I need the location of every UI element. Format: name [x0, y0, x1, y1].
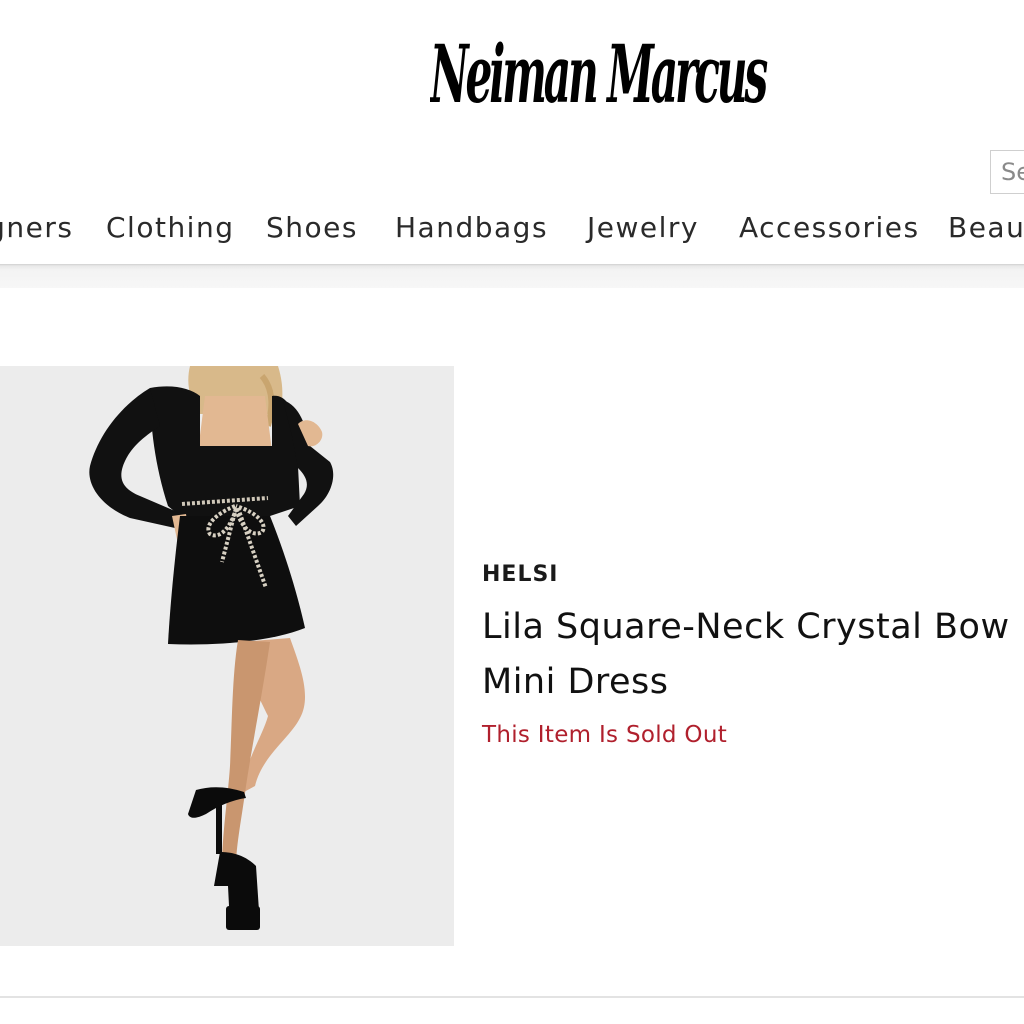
- site-header: Neiman Marcus Designers Clothing Shoes H…: [0, 0, 1024, 266]
- product-brand[interactable]: HELSI: [482, 562, 559, 587]
- dress-model-illustration: [0, 366, 454, 946]
- nav-item-designers[interactable]: Designers: [0, 208, 74, 248]
- nav-item-shoes[interactable]: Shoes: [266, 208, 358, 248]
- product-image[interactable]: [0, 366, 454, 946]
- nav-item-handbags[interactable]: Handbags: [395, 208, 548, 248]
- search-input[interactable]: [990, 150, 1024, 194]
- nav-item-accessories[interactable]: Accessories: [739, 208, 920, 248]
- neiman-marcus-logo[interactable]: Neiman Marcus: [430, 2, 770, 132]
- product-title: Lila Square-Neck Crystal Bow Mini Dress: [482, 607, 1010, 702]
- nav-divider: [0, 264, 1024, 288]
- page: Neiman Marcus Designers Clothing Shoes H…: [0, 0, 1024, 1024]
- main-nav: Designers Clothing Shoes Handbags Jewelr…: [0, 200, 1024, 256]
- nav-item-clothing[interactable]: Clothing: [106, 208, 234, 248]
- section-divider: [0, 996, 1024, 998]
- nav-item-beauty[interactable]: Beauty: [948, 208, 1024, 248]
- nav-item-jewelry[interactable]: Jewelry: [587, 208, 699, 248]
- sold-out-status: This Item Is Sold Out: [482, 722, 728, 748]
- logo-text: Neiman Marcus: [430, 27, 768, 121]
